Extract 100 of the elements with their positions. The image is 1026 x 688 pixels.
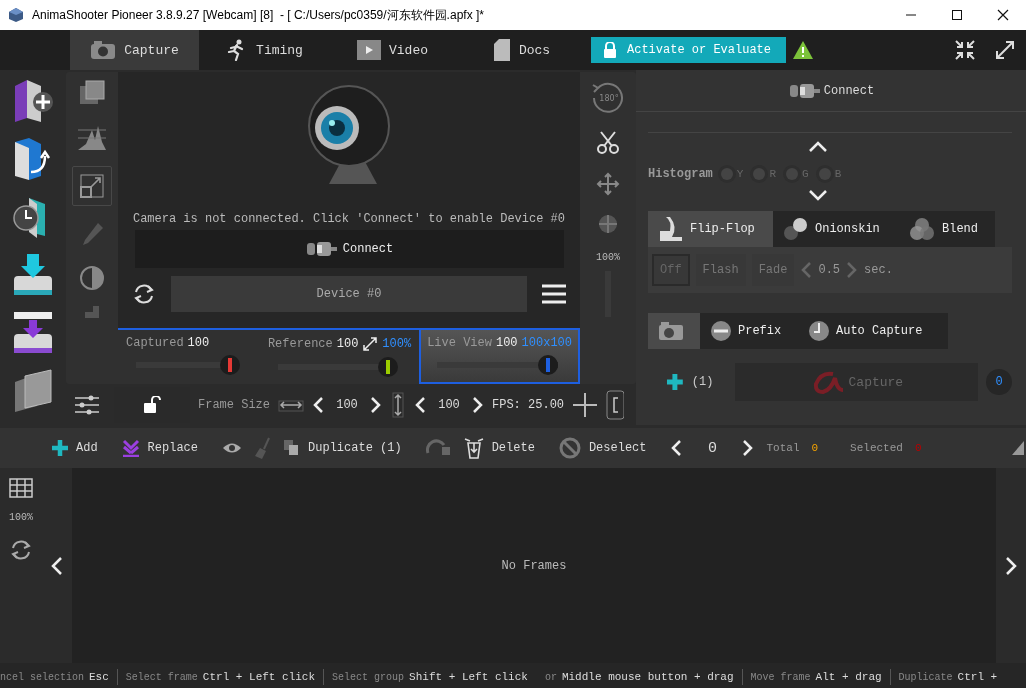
capture-tab[interactable]: Auto Capture <box>798 313 948 349</box>
eye-icon[interactable] <box>222 442 243 454</box>
chevron-down-icon[interactable] <box>808 189 828 201</box>
slider-extra: 100x100 <box>521 336 572 350</box>
maximize-icon <box>951 9 963 21</box>
shortcut-keys: Shift + Left click <box>409 671 528 683</box>
replace-button[interactable]: Replace <box>121 439 199 457</box>
shortcut-label: Move frame <box>750 671 811 683</box>
shortcut-label: ncel selection <box>0 671 84 683</box>
interval-unit: sec. <box>864 263 893 277</box>
camera-icon <box>90 40 117 60</box>
chevron-right-icon[interactable] <box>370 395 382 414</box>
trash-icon <box>463 437 484 459</box>
interval-value[interactable]: 0.5 <box>818 263 841 277</box>
page-curl-icon <box>658 217 684 241</box>
main-tab[interactable]: Timing <box>199 30 328 70</box>
slider-value: 100 <box>336 337 359 351</box>
target-icon[interactable] <box>596 212 620 236</box>
width-value[interactable]: 100 <box>332 397 362 412</box>
chevron-up-icon[interactable] <box>808 141 828 153</box>
slider-value: 100 <box>187 336 210 350</box>
shortcut-keys: Alt + drag <box>815 671 882 683</box>
slider-label: Captured <box>126 336 184 350</box>
deselect-button[interactable]: Deselect <box>558 437 647 459</box>
selected-label: Selected <box>850 442 903 454</box>
slider-label: Live View <box>427 336 492 350</box>
main-tab[interactable]: Video <box>328 30 457 70</box>
slider-panel[interactable]: Captured 100 <box>118 330 260 384</box>
expand-icon[interactable] <box>994 39 1016 61</box>
drive-upload-icon[interactable] <box>11 310 55 356</box>
play-icon <box>357 40 381 60</box>
shortcut-label: or <box>544 671 557 683</box>
document-icon <box>492 39 511 61</box>
zoom-value: 100% <box>9 512 33 523</box>
contrast-icon[interactable] <box>78 264 106 292</box>
close-icon <box>997 9 1009 21</box>
add-icon[interactable] <box>666 373 684 391</box>
capture-count: 0 <box>986 369 1012 395</box>
shortcut-label: Select group <box>332 671 405 683</box>
shortcut-keys: Ctrl + Left click <box>202 671 316 683</box>
slider-thumb[interactable] <box>377 357 398 377</box>
slider-panel[interactable]: Reference 100 100% <box>259 330 420 384</box>
device-field[interactable]: Device #0 <box>171 276 527 312</box>
shortcut-label: Select frame <box>125 671 198 683</box>
crosshair-icon[interactable] <box>572 391 599 418</box>
mode-tab[interactable]: Flip-Flop <box>648 211 773 247</box>
height-value[interactable]: 100 <box>434 397 464 412</box>
scissors-icon[interactable] <box>596 130 620 156</box>
overlapping-circles-icon <box>783 217 809 241</box>
delete-button[interactable]: Delete <box>463 437 535 459</box>
mode-tab[interactable]: Blend <box>898 211 995 247</box>
diagonal-arrow-icon[interactable] <box>362 336 379 352</box>
chevron-right-icon[interactable] <box>472 395 484 414</box>
prohibited-icon <box>558 437 581 459</box>
three-circles-icon <box>908 217 936 241</box>
status-message: Camera is not connected. Click 'Connect' to enable Device #0 <box>132 212 566 226</box>
chevron-right-icon[interactable] <box>742 439 755 457</box>
minus-circle-icon <box>710 320 732 342</box>
shortcut-keys: Middle mouse button + drag <box>561 671 734 683</box>
grid-icon[interactable] <box>9 478 33 498</box>
slider-label: Reference <box>267 337 333 351</box>
main-tab[interactable]: Capture <box>70 30 199 70</box>
capture-tab[interactable]: Prefix <box>700 313 798 349</box>
mode-tab[interactable]: Onionskin <box>773 211 898 247</box>
window-title: AnimaShooter Pioneer 3.8.9.27 [Webcam] [8] - [ C:/Users/pc0359/河东软件园.apfx ]* <box>32 6 484 24</box>
plug-icon <box>304 241 337 257</box>
main-tab[interactable]: Docs <box>457 30 586 70</box>
camera-icon <box>658 321 684 341</box>
histogram-label: Histogram <box>648 167 713 181</box>
chevron-right-icon[interactable] <box>1004 555 1018 576</box>
drive-download-icon[interactable] <box>11 252 55 298</box>
connect-button[interactable]: Connect <box>636 70 1026 112</box>
frame-bracket-icon[interactable] <box>606 389 625 420</box>
move-icon[interactable] <box>596 172 620 196</box>
chevron-left-icon[interactable] <box>50 555 64 576</box>
plus-icon <box>52 440 68 456</box>
collapse-icon[interactable] <box>954 39 976 61</box>
duplicate-button[interactable]: Duplicate (1) <box>284 440 402 456</box>
open-lock-icon <box>143 395 161 414</box>
lock-icon <box>603 42 617 58</box>
corner-triangle-icon[interactable] <box>1012 441 1024 455</box>
add-button[interactable]: Add <box>52 440 98 456</box>
frame-number: 0 <box>706 439 718 457</box>
app-icon <box>8 7 24 23</box>
frame-size-label: Frame Size <box>198 397 270 412</box>
slider-thumb[interactable] <box>538 355 559 375</box>
slider-value: 100 <box>495 336 518 350</box>
settings-sliders-icon[interactable] <box>74 394 100 415</box>
slider-panel[interactable]: Live View 100 100x100 <box>419 330 580 384</box>
warning-icon[interactable] <box>792 40 814 60</box>
total-count: 0 <box>811 442 819 454</box>
menu-icon[interactable] <box>541 283 567 305</box>
connect-button[interactable]: Connect <box>134 230 564 268</box>
shortcut-label: Duplicate <box>898 671 953 683</box>
empty-message: No Frames <box>501 558 567 573</box>
resize-tool[interactable] <box>72 166 112 206</box>
camera-tab[interactable] <box>648 313 700 349</box>
duplicate-icon <box>284 440 301 456</box>
slider-thumb[interactable] <box>219 355 240 375</box>
shortcut-keys: Ctrl + <box>957 671 998 683</box>
